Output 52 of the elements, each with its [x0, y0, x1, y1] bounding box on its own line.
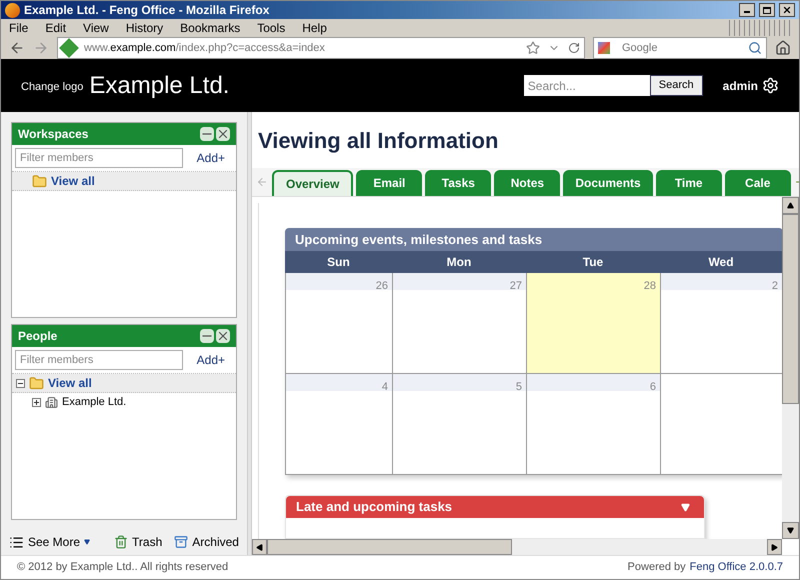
user-menu[interactable]: admin: [722, 76, 758, 94]
tree-item[interactable]: View all: [51, 172, 95, 190]
day-number: 4: [382, 381, 388, 393]
filter-field[interactable]: Filter members: [15, 148, 183, 168]
tab[interactable]: Notes: [494, 170, 560, 196]
tab[interactable]: Email: [356, 170, 422, 196]
address-bar[interactable]: www.example.com/index.php?c=access&a=index: [57, 37, 585, 59]
menu-item[interactable]: Tools: [257, 19, 286, 37]
url-text: www.example.com/index.php?c=access&a=index: [84, 40, 326, 56]
widget-title: Upcoming events, milestones and tasks: [295, 230, 542, 249]
widget-title: Late and upcoming tasks: [296, 498, 452, 516]
day-number: 27: [510, 280, 522, 292]
day-header: Mon: [446, 254, 472, 271]
tab[interactable]: Cale: [724, 170, 791, 196]
menu-item[interactable]: File: [9, 19, 28, 37]
menu-item[interactable]: View: [83, 19, 109, 37]
search-button[interactable]: Search: [650, 75, 703, 96]
powered-by-text: Powered by: [628, 560, 686, 576]
day-number: 6: [650, 381, 656, 393]
archived-link[interactable]: Archived: [192, 533, 239, 551]
day-header: Tue: [582, 254, 604, 271]
tab[interactable]: Documents: [563, 170, 653, 196]
see-more-menu[interactable]: See More: [28, 533, 90, 551]
tree-item[interactable]: View all: [48, 374, 92, 392]
change-logo-link[interactable]: Change logo: [21, 79, 84, 96]
day-header: Wed: [707, 254, 735, 271]
menu-item[interactable]: Help: [302, 19, 327, 37]
copyright-text: © 2012 by Example Ltd.. All rights reserved: [17, 560, 228, 576]
search-field[interactable]: Search...: [524, 75, 650, 96]
panel-title: People: [18, 328, 58, 345]
day-number: 28: [644, 280, 656, 292]
menu-item[interactable]: Bookmarks: [180, 19, 240, 37]
tab[interactable]: Time: [656, 170, 722, 196]
search-field[interactable]: Google: [593, 37, 767, 59]
add-link[interactable]: Add+: [196, 351, 225, 369]
trash-link[interactable]: Trash: [132, 533, 162, 551]
day-number: 2: [772, 280, 778, 292]
day-header: Sun: [326, 254, 351, 271]
menu-item[interactable]: Edit: [45, 19, 66, 37]
menu-item[interactable]: History: [126, 19, 164, 37]
tree-item[interactable]: Example Ltd.: [62, 394, 126, 411]
day-number: 5: [516, 381, 522, 393]
add-link[interactable]: Add+: [196, 149, 225, 167]
feng-office-link[interactable]: Feng Office 2.0.0.7: [690, 559, 783, 576]
day-number: 26: [376, 280, 388, 292]
tab[interactable]: Tasks: [425, 170, 492, 196]
company-name: Example Ltd.: [89, 70, 230, 100]
filter-field[interactable]: Filter members: [15, 350, 183, 370]
panel-title: Workspaces: [18, 126, 88, 143]
page-title: Viewing all Information: [258, 126, 498, 155]
tab[interactable]: Overview: [272, 170, 354, 196]
window-title: Example Ltd. - Feng Office - Mozilla Firefox: [24, 2, 270, 19]
